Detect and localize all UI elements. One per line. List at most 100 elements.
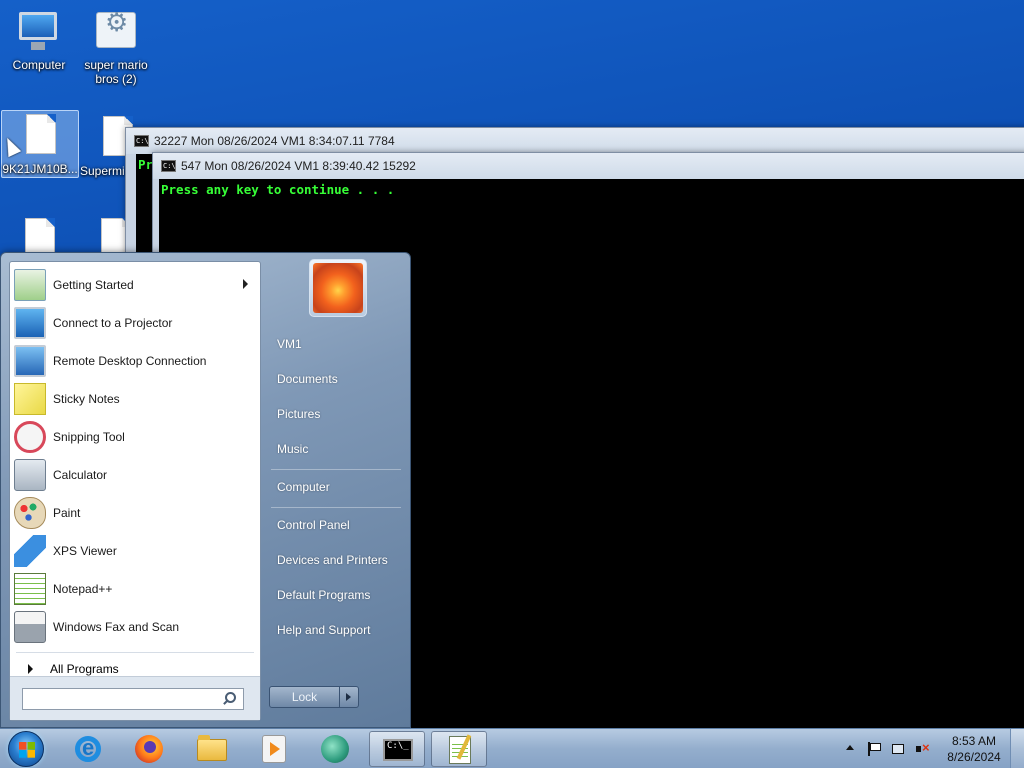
command-prompt-icon: C:\ (161, 160, 176, 172)
lock-label: Lock (270, 687, 340, 707)
shutdown-options-arrow-icon[interactable] (340, 687, 358, 707)
arrow-right-icon (28, 664, 33, 674)
places-label: Documents (277, 372, 338, 386)
settings-file-icon (94, 10, 138, 54)
console-title: 32227 Mon 08/26/2024 VM1 8:34:07.11 7784 (154, 134, 395, 148)
windows-explorer-icon (197, 735, 227, 761)
start-menu-places-pane: VM1 Documents Pictures Music Computer Co… (263, 253, 411, 729)
program-label: Windows Fax and Scan (53, 620, 180, 634)
places-documents[interactable]: Documents (269, 364, 405, 394)
program-getting-started[interactable]: Getting Started (10, 266, 260, 304)
command-prompt-icon: C:\_ (383, 739, 413, 761)
console-output-text: Press any key to continue . . . (161, 182, 395, 197)
taskbar-media-player[interactable] (246, 731, 302, 767)
snipping-tool-icon (14, 421, 46, 453)
program-snipping-tool[interactable]: Snipping Tool (10, 418, 260, 456)
notepad-plus-plus-icon (14, 573, 46, 605)
document-icon (18, 114, 62, 158)
program-fax-scan[interactable]: Windows Fax and Scan (10, 608, 260, 646)
program-label: Sticky Notes (53, 392, 120, 406)
desktop-icon-computer[interactable]: Computer (0, 6, 78, 72)
app-fish-icon (321, 735, 349, 763)
remote-desktop-icon (14, 345, 46, 377)
command-prompt-icon: C:\ (134, 135, 149, 147)
places-label: VM1 (277, 337, 302, 351)
program-remote-desktop[interactable]: Remote Desktop Connection (10, 342, 260, 380)
clock-time: 8:53 AM (951, 734, 997, 748)
program-xps-viewer[interactable]: XPS Viewer (10, 532, 260, 570)
program-label: Connect to a Projector (53, 316, 173, 330)
action-center-flag-icon[interactable] (866, 742, 881, 756)
divider (271, 507, 401, 508)
taskbar-firefox[interactable] (122, 731, 178, 767)
sticky-notes-icon (14, 383, 46, 415)
start-menu-programs-pane: Getting Started Connect to a Projector R… (9, 261, 261, 721)
places-control-panel[interactable]: Control Panel (269, 510, 405, 540)
divider (16, 652, 254, 653)
places-label: Devices and Printers (277, 553, 388, 567)
desktop-icon-super-mario-bros[interactable]: super mario bros (2) (77, 6, 155, 86)
network-icon[interactable] (892, 744, 904, 754)
xps-viewer-icon (14, 535, 46, 567)
show-hidden-icons-icon[interactable] (846, 745, 854, 750)
divider (271, 469, 401, 470)
program-list: Getting Started Connect to a Projector R… (10, 266, 260, 646)
user-picture[interactable] (309, 259, 367, 317)
places-help-support[interactable]: Help and Support (269, 615, 405, 645)
internet-explorer-icon (75, 735, 101, 762)
console-title: 547 Mon 08/26/2024 VM1 8:39:40.42 15292 (181, 159, 416, 173)
submenu-arrow-icon[interactable] (243, 279, 248, 289)
places-label: Help and Support (277, 623, 371, 637)
start-search-input[interactable] (22, 688, 244, 710)
program-label: Notepad++ (53, 582, 113, 596)
desktop-icon-label: 9K21JM10B... (2, 162, 78, 176)
places-label: Default Programs (277, 588, 371, 602)
console-titlebar[interactable]: C:\ 32227 Mon 08/26/2024 VM1 8:34:07.11 … (126, 128, 1024, 154)
places-music[interactable]: Music (269, 434, 405, 464)
search-icon[interactable] (222, 691, 238, 707)
start-orb-icon[interactable] (8, 731, 44, 767)
places-label: Music (277, 442, 309, 456)
lock-button[interactable]: Lock (269, 686, 359, 708)
taskbar-internet-explorer[interactable] (60, 731, 116, 767)
getting-started-icon (14, 269, 46, 301)
program-sticky-notes[interactable]: Sticky Notes (10, 380, 260, 418)
taskbar-command-prompt[interactable]: C:\_ (369, 731, 425, 767)
taskbar-notepad-plus-plus[interactable] (431, 731, 487, 767)
desktop-icon-label: super mario bros (2) (84, 58, 148, 86)
start-menu: Getting Started Connect to a Projector R… (0, 252, 411, 728)
volume-muted-icon[interactable] (916, 740, 930, 756)
program-paint[interactable]: Paint (10, 494, 260, 532)
places-label: Computer (277, 480, 330, 494)
notepad-plus-plus-icon (449, 736, 471, 764)
calculator-icon (14, 459, 46, 491)
console-output-text: Pr (138, 157, 154, 172)
taskbar-clock[interactable]: 8:53 AM 8/26/2024 (944, 733, 1004, 765)
places-default-programs[interactable]: Default Programs (269, 580, 405, 610)
places-user-folder[interactable]: VM1 (269, 329, 405, 359)
computer-icon (17, 10, 61, 54)
taskbar-app-fish[interactable] (308, 731, 364, 767)
firefox-icon (135, 735, 163, 763)
places-computer[interactable]: Computer (269, 472, 405, 502)
system-tray (844, 729, 944, 768)
program-label: Snipping Tool (53, 430, 125, 444)
program-label: Remote Desktop Connection (53, 354, 207, 368)
places-pictures[interactable]: Pictures (269, 399, 405, 429)
projector-icon (14, 307, 46, 339)
program-connect-projector[interactable]: Connect to a Projector (10, 304, 260, 342)
program-label: Calculator (53, 468, 108, 482)
fax-scan-icon (14, 611, 46, 643)
program-notepad-plus-plus[interactable]: Notepad++ (10, 570, 260, 608)
console-titlebar[interactable]: C:\ 547 Mon 08/26/2024 VM1 8:39:40.42 15… (153, 153, 1024, 179)
show-desktop-button[interactable] (1010, 729, 1024, 768)
desktop-icon-label: Computer (12, 58, 66, 72)
start-search-area (10, 676, 260, 720)
places-label: Control Panel (277, 518, 350, 532)
places-label: Pictures (277, 407, 321, 421)
all-programs-label: All Programs (50, 662, 119, 676)
flower-avatar-icon (313, 263, 363, 313)
places-devices-printers[interactable]: Devices and Printers (269, 545, 405, 575)
program-calculator[interactable]: Calculator (10, 456, 260, 494)
taskbar-windows-explorer[interactable] (184, 731, 240, 767)
